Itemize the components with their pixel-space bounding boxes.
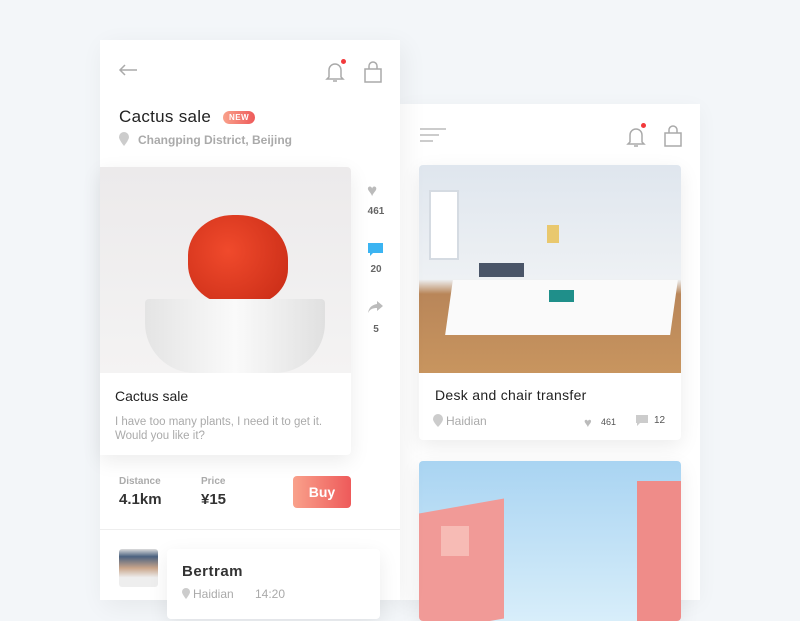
commenter-location: Haidian: [193, 587, 234, 601]
price-value: ¥15: [201, 491, 227, 508]
back-arrow-icon[interactable]: [118, 64, 138, 76]
heart-icon[interactable]: ♥: [584, 415, 592, 430]
page-title: Cactus sale: [119, 107, 212, 126]
comment-card: Bertram Haidian 14:20: [167, 549, 380, 619]
listing-card-building-image[interactable]: [419, 461, 681, 621]
shopping-bag-icon[interactable]: [663, 125, 683, 147]
product-title: Cactus sale: [115, 388, 189, 404]
product-description: I have too many plants, I need it to get…: [115, 416, 323, 442]
comment-count: 12: [654, 415, 666, 426]
share-icon[interactable]: [368, 301, 383, 314]
divider: [100, 529, 400, 530]
location-pin-icon: [182, 588, 190, 599]
heart-icon[interactable]: ♥: [367, 181, 377, 201]
feed-screen: Desk and chair transfer Haidian ♥ 461 12: [400, 104, 700, 621]
menu-icon[interactable]: [419, 128, 447, 142]
distance-value: 4.1km: [119, 491, 162, 508]
desk-image: [419, 165, 681, 373]
price-label: Price: [201, 476, 226, 487]
like-count: 461: [367, 206, 385, 217]
comment-count: 20: [370, 264, 382, 275]
shopping-bag-icon[interactable]: [363, 61, 383, 83]
comment-icon[interactable]: [636, 415, 648, 427]
detail-screen: Cactus sale NEW Changping District, Beij…: [100, 40, 400, 619]
like-count: 461: [601, 417, 617, 427]
comment-icon[interactable]: [368, 243, 383, 257]
notification-dot: [641, 123, 646, 128]
share-count: 5: [373, 324, 379, 335]
buy-button[interactable]: Buy: [293, 476, 351, 508]
location-text: Changping District, Beijing: [138, 133, 293, 147]
bell-icon[interactable]: [325, 61, 345, 83]
notification-dot: [341, 59, 346, 64]
location-pin-icon: [433, 414, 443, 427]
listing-card[interactable]: Desk and chair transfer Haidian ♥ 461 12: [419, 165, 681, 440]
avatar[interactable]: [119, 549, 158, 587]
location-pin-icon: [119, 132, 129, 146]
distance-label: Distance: [119, 476, 161, 487]
new-badge: NEW: [223, 111, 256, 124]
listing-location: Haidian: [446, 414, 487, 428]
cactus-image: [100, 167, 351, 373]
bell-icon[interactable]: [626, 126, 646, 148]
commenter-name: Bertram: [182, 563, 244, 580]
product-card[interactable]: Cactus sale I have too many plants, I ne…: [100, 167, 351, 455]
comment-time: 14:20: [255, 587, 286, 601]
listing-title: Desk and chair transfer: [435, 387, 587, 403]
